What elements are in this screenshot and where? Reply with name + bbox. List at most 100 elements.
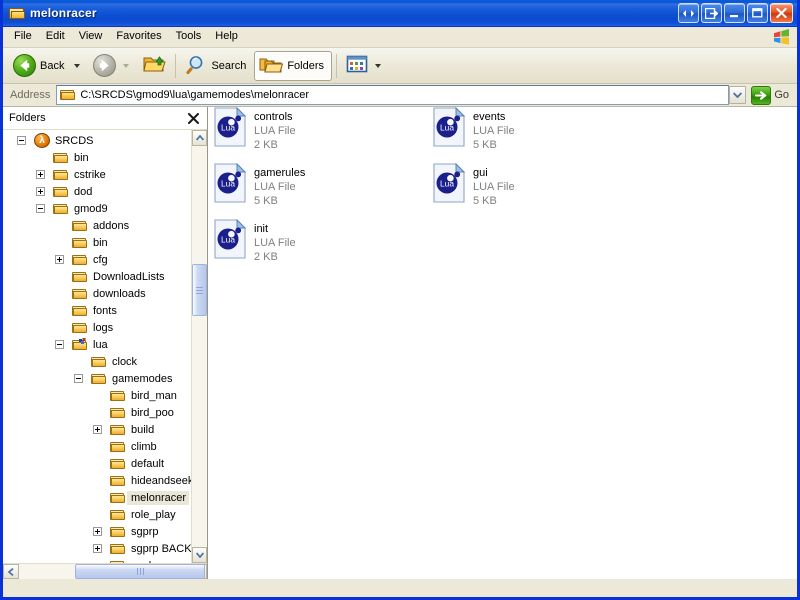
- expand-icon[interactable]: [93, 527, 102, 536]
- maximize-icon[interactable]: [747, 3, 768, 23]
- tree-item-lua[interactable]: lua: [3, 336, 191, 353]
- tree-item-label: melonracer: [127, 490, 190, 505]
- tree-item-cfg[interactable]: cfg: [3, 251, 191, 268]
- back-button[interactable]: Back: [8, 51, 88, 81]
- address-value: C:\SRCDS\gmod9\lua\gamemodes\melonracer: [80, 89, 310, 101]
- toolbar: Back Search Folders: [3, 48, 797, 84]
- tree-item-climb[interactable]: climb: [3, 438, 191, 455]
- explorer-window: melonracer File Edit View Favorites Tool…: [0, 0, 800, 600]
- tree-item-cstrike[interactable]: cstrike: [3, 166, 191, 183]
- folder-tree[interactable]: λ SRCDS bin cstrike dod gmod9 addons bin cfg Down…: [3, 130, 191, 563]
- folder-icon: [53, 185, 69, 199]
- tree-item-label: bird_poo: [131, 406, 174, 419]
- folder-icon: [53, 151, 69, 165]
- tree-item-addons[interactable]: addons: [3, 217, 191, 234]
- views-button[interactable]: [341, 51, 389, 81]
- menu-file[interactable]: File: [7, 28, 39, 46]
- scroll-up-button[interactable]: [192, 130, 207, 146]
- expand-icon[interactable]: [93, 425, 102, 434]
- chevron-down-icon[interactable]: [729, 86, 747, 104]
- folder-icon: [110, 525, 126, 539]
- tree-item-downloads[interactable]: downloads: [3, 285, 191, 302]
- tree-item-snakes[interactable]: snakes: [3, 557, 191, 563]
- arrows-left-right-icon[interactable]: [678, 3, 699, 23]
- file-list[interactable]: Lua controls LUA File 2 KB Lua events LUA File…: [208, 106, 797, 579]
- menu-edit[interactable]: Edit: [39, 28, 72, 46]
- tree-horizontal-scrollbar[interactable]: [3, 563, 207, 579]
- tree-vertical-scrollbar[interactable]: [191, 130, 207, 563]
- collapse-icon[interactable]: [74, 374, 83, 383]
- tree-item-label: role_play: [131, 508, 176, 521]
- menu-favorites[interactable]: Favorites: [109, 28, 168, 46]
- tree-item-build[interactable]: build: [3, 421, 191, 438]
- address-input[interactable]: C:\SRCDS\gmod9\lua\gamemodes\melonracer: [56, 85, 730, 105]
- tree-item-srcds[interactable]: λ SRCDS: [3, 132, 191, 149]
- file-item[interactable]: Lua controls LUA File 2 KB: [214, 106, 404, 159]
- tree-item-role-play[interactable]: role_play: [3, 506, 191, 523]
- collapse-icon[interactable]: [17, 136, 26, 145]
- tree-vscroll-track[interactable]: [192, 146, 207, 547]
- tree-hscroll-track[interactable]: [19, 564, 205, 579]
- tree-item-label: default: [131, 457, 165, 470]
- box-arrow-right-icon[interactable]: [701, 3, 722, 23]
- file-item[interactable]: Lua gamerules LUA File 5 KB: [214, 162, 404, 215]
- tree-item-fonts[interactable]: fonts: [3, 302, 191, 319]
- file-item[interactable]: Lua gui LUA File 5 KB: [433, 162, 623, 215]
- tree-item-bird-poo[interactable]: bird_poo: [3, 404, 191, 421]
- expand-icon[interactable]: [36, 170, 45, 179]
- folder-icon: [91, 372, 107, 386]
- menu-help[interactable]: Help: [208, 28, 245, 46]
- go-button[interactable]: Go: [747, 85, 795, 105]
- folder-icon: [72, 304, 88, 318]
- folder-icon: [72, 236, 88, 250]
- scroll-left-button[interactable]: [3, 564, 19, 579]
- scroll-down-button[interactable]: [192, 547, 207, 563]
- tree-scroll-region: λ SRCDS bin cstrike dod gmod9 addons bin cfg Down…: [3, 130, 207, 563]
- expand-icon[interactable]: [36, 187, 45, 196]
- tree-item-downloadlists[interactable]: DownloadLists: [3, 268, 191, 285]
- tree-item-logs[interactable]: logs: [3, 319, 191, 336]
- views-dropdown-arrow-icon[interactable]: [375, 63, 382, 68]
- close-x-icon[interactable]: [186, 111, 200, 125]
- tree-item-hideandseek[interactable]: hideandseek: [3, 472, 191, 489]
- file-item[interactable]: Lua init LUA File 2 KB: [214, 218, 404, 271]
- tree-item-label: bin: [74, 151, 89, 164]
- toolbar-separator-2: [336, 53, 338, 78]
- tree-item-bin[interactable]: bin: [3, 234, 191, 251]
- collapse-icon[interactable]: [55, 340, 64, 349]
- collapse-icon[interactable]: [36, 204, 45, 213]
- tree-item-dod[interactable]: dod: [3, 183, 191, 200]
- file-meta: gamerules LUA File 5 KB: [254, 163, 305, 208]
- minimize-icon[interactable]: [724, 3, 745, 23]
- folders-button[interactable]: Folders: [254, 50, 333, 81]
- expand-icon[interactable]: [55, 255, 64, 264]
- search-button[interactable]: Search: [180, 51, 254, 81]
- tree-item-bin[interactable]: bin: [3, 149, 191, 166]
- expand-icon[interactable]: [93, 544, 102, 553]
- tree-item-sgprp-backu[interactable]: sgprp BACKU: [3, 540, 191, 557]
- tree-item-gmod9[interactable]: gmod9: [3, 200, 191, 217]
- close-icon[interactable]: [770, 3, 793, 23]
- up-folder-icon: [142, 53, 167, 78]
- address-bar: Address C:\SRCDS\gmod9\lua\gamemodes\mel…: [3, 84, 797, 107]
- tree-hscroll-thumb[interactable]: [75, 564, 205, 579]
- toolbar-separator: [175, 53, 177, 78]
- back-dropdown-arrow-icon[interactable]: [74, 63, 81, 68]
- tree-item-label: gmod9: [74, 202, 108, 215]
- menu-tools[interactable]: Tools: [169, 28, 209, 46]
- file-item[interactable]: Lua events LUA File 5 KB: [433, 106, 623, 159]
- tree-item-label: cfg: [93, 253, 108, 266]
- menu-view[interactable]: View: [72, 28, 110, 46]
- forward-button[interactable]: [88, 51, 137, 81]
- tree-item-default[interactable]: default: [3, 455, 191, 472]
- folder-open-icon: [8, 5, 26, 21]
- tree-item-melonracer[interactable]: melonracer: [3, 489, 191, 506]
- tree-vscroll-thumb[interactable]: [192, 264, 207, 316]
- up-button[interactable]: [137, 51, 171, 81]
- tree-item-sgprp[interactable]: sgprp: [3, 523, 191, 540]
- tree-item-label: bin: [93, 236, 108, 249]
- tree-item-label: hideandseek: [131, 474, 191, 487]
- tree-item-clock[interactable]: clock: [3, 353, 191, 370]
- tree-item-gamemodes[interactable]: gamemodes: [3, 370, 191, 387]
- tree-item-bird-man[interactable]: bird_man: [3, 387, 191, 404]
